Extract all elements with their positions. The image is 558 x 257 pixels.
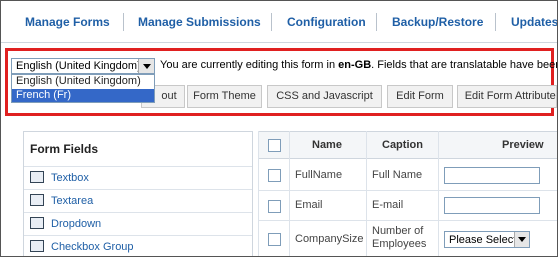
chevron-down-icon [143, 64, 151, 69]
language-dropdown-list: English (United Kingdom) French (Fr) [11, 74, 155, 103]
nav-manage-submissions[interactable]: Manage Submissions [138, 15, 261, 29]
notice-language-code: en-GB [338, 59, 372, 71]
app-window: Manage Forms Manage Submissions Configur… [0, 0, 558, 257]
preview-select[interactable]: Please Select [444, 231, 530, 248]
field-name: Email [295, 199, 323, 211]
chevron-down-icon [518, 237, 526, 242]
language-select-button[interactable] [138, 59, 154, 73]
fields-table: Name Caption Preview FullName Full Name … [258, 131, 557, 256]
textarea-icon [30, 194, 44, 206]
row-checkbox[interactable] [268, 169, 281, 182]
tab-label: CSS and Javascript [276, 90, 373, 102]
nav-separator [376, 13, 377, 31]
preview-text-input[interactable] [444, 167, 540, 184]
form-fields-title: Form Fields [30, 142, 99, 156]
field-item-label: Textbox [51, 172, 89, 184]
field-item-textarea[interactable]: Textarea [24, 189, 252, 212]
field-item-label: Dropdown [51, 218, 102, 230]
field-name: FullName [295, 169, 343, 181]
tab-edit-form-attributes[interactable]: Edit Form Attributes [457, 85, 557, 108]
dropdown-icon [30, 217, 44, 229]
field-item-checkbox-group[interactable]: Checkbox Group [24, 235, 252, 256]
tab-label: out [161, 90, 177, 102]
translation-notice: You are currently editing this form in e… [160, 59, 558, 71]
table-row: Email E-mail [258, 191, 557, 221]
field-caption-line2: Employees [372, 238, 427, 250]
language-select-value: English (United Kingdom) [16, 60, 141, 72]
row-checkbox[interactable] [268, 200, 281, 213]
field-item-dropdown[interactable]: Dropdown [24, 212, 252, 235]
preview-select-button[interactable] [514, 232, 529, 247]
field-item-label: Checkbox Group [51, 241, 134, 253]
field-item-textbox[interactable]: Textbox [24, 166, 252, 189]
field-caption: E-mail [372, 199, 404, 211]
textbox-icon [30, 171, 44, 183]
table-header: Name Caption Preview [258, 131, 557, 159]
tab-css-javascript[interactable]: CSS and Javascript [267, 85, 382, 108]
language-option-en-gb[interactable]: English (United Kingdom) [12, 75, 154, 88]
preview-select-value: Please Select [449, 234, 517, 246]
nav-separator [495, 13, 496, 31]
field-caption-line1: Number of [372, 225, 424, 237]
select-all-checkbox[interactable] [268, 139, 281, 152]
form-fields-panel: Form Fields Textbox Textarea Dropdown Ch… [23, 131, 253, 256]
column-caption: Caption [382, 139, 423, 151]
language-option-fr[interactable]: French (Fr) [12, 89, 154, 102]
tab-label: Edit Form [396, 90, 444, 102]
nav-manage-forms[interactable]: Manage Forms [25, 15, 110, 29]
field-name: CompanySize [295, 233, 364, 245]
preview-text-input[interactable] [444, 197, 540, 214]
tab-edit-form[interactable]: Edit Form [387, 85, 453, 108]
checkbox-group-icon [30, 240, 44, 252]
nav-configuration[interactable]: Configuration [287, 15, 366, 29]
column-name: Name [312, 139, 342, 151]
nav-backup-restore[interactable]: Backup/Restore [392, 15, 483, 29]
table-row: CompanySize Number of Employees Please S… [258, 221, 557, 256]
tab-label: Form Theme [193, 90, 256, 102]
tab-label: Edit Form Attributes [464, 90, 557, 102]
nav-separator [271, 13, 272, 31]
field-caption: Full Name [372, 169, 423, 181]
notice-suffix: . Fields that are translatable have been [371, 59, 558, 71]
nav-separator [123, 13, 124, 31]
language-select[interactable]: English (United Kingdom) [11, 58, 155, 74]
table-row: FullName Full Name [258, 160, 557, 191]
tab-form-theme[interactable]: Form Theme [187, 85, 262, 108]
column-preview: Preview [502, 139, 544, 151]
top-navigation: Manage Forms Manage Submissions Configur… [1, 1, 557, 43]
field-item-label: Textarea [51, 195, 94, 207]
notice-prefix: You are currently editing this form in [160, 59, 339, 71]
row-checkbox[interactable] [268, 233, 281, 246]
nav-updates[interactable]: Updates [511, 15, 557, 29]
